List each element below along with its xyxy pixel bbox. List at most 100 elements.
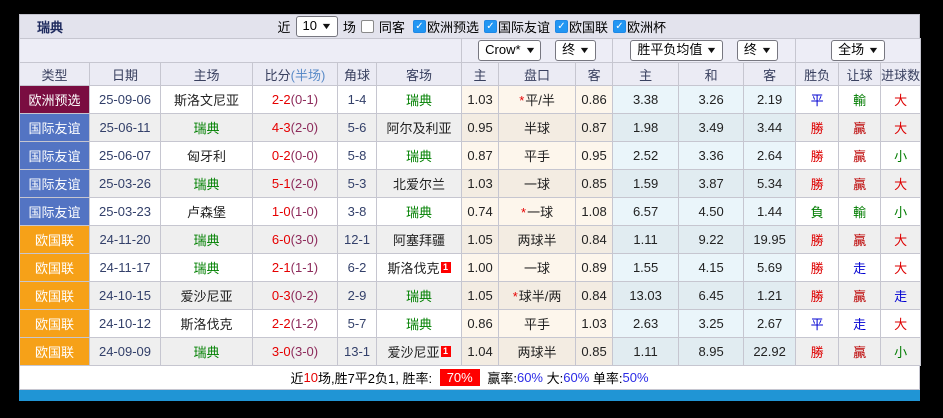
avg-away-odds: 19.95 xyxy=(743,225,797,254)
corners-value: 3-8 xyxy=(347,204,367,219)
goals-result-text: 大 xyxy=(894,177,908,192)
halftime-score: (1-0) xyxy=(290,204,319,219)
table-row: 欧洲预选 25-09-06 斯洛文尼亚 2-2(0-1) 1-4 瑞典 1.03 *平/半 0.… xyxy=(19,85,922,114)
avg-draw-odds: 6.45 xyxy=(678,281,745,310)
odds-value: 0.85 xyxy=(581,176,607,191)
odds-value: 1.03 xyxy=(467,176,493,191)
filter-item[interactable]: ✓ 欧洲杯 xyxy=(612,17,666,36)
column-header-row: 类型 日期 主场 比分(半场) 角球 客场 主 盘口 客 主 和 客 胜负 让球 进球数 xyxy=(19,62,922,86)
away-team-name: 瑞典 xyxy=(406,317,433,332)
away-team-cell: 瑞典 xyxy=(375,281,463,310)
odds-value: 1.03 xyxy=(467,92,493,107)
checkbox-icon[interactable]: ✓ xyxy=(554,20,568,33)
column-header: 比分(半场) xyxy=(252,62,338,86)
summary-segment: 单率: xyxy=(589,371,623,386)
avg-value: 2.63 xyxy=(632,316,659,331)
home-team-name: 瑞典 xyxy=(193,261,220,276)
score-cell: 0-2(0-0) xyxy=(252,141,338,170)
avg-draw-odds: 3.49 xyxy=(678,113,745,142)
checkbox-icon[interactable]: ✓ xyxy=(483,20,497,33)
fulltime-score: 3-0 xyxy=(271,344,291,359)
goals-result-cell: 大 xyxy=(880,113,922,142)
checkbox-icon[interactable]: ✓ xyxy=(412,20,426,33)
avg-value: 3.38 xyxy=(632,92,659,107)
date-text: 25-06-07 xyxy=(98,148,152,163)
filter-item[interactable]: ✓ 欧洲预选 xyxy=(412,17,479,36)
result-cell: 負 xyxy=(795,197,840,226)
column-header-label: 和 xyxy=(704,67,718,83)
goals-result-cell: 走 xyxy=(880,281,922,310)
date-text: 24-09-09 xyxy=(98,344,152,359)
away-team-name: 瑞典 xyxy=(406,149,433,164)
handicap-final-select[interactable]: 终 ▼ xyxy=(555,40,597,61)
checkbox-icon[interactable]: ✓ xyxy=(612,20,626,33)
recent-label: 近 xyxy=(277,20,291,35)
recent-count-select[interactable]: 10 ▼ xyxy=(295,16,338,37)
handicap-home-odds: 1.05 xyxy=(461,281,500,310)
handicap-result-cell: 贏 xyxy=(838,337,882,366)
score-cell: 2-2(0-1) xyxy=(252,85,338,114)
filter-item[interactable]: ✓ 国际友谊 xyxy=(483,17,550,36)
filter-item[interactable]: ✓ 欧国联 xyxy=(554,17,608,36)
result-text: 勝 xyxy=(810,261,824,276)
handicap-result-text: 輸 xyxy=(853,93,867,108)
home-team-cell: 瑞典 xyxy=(160,225,253,254)
recent-count-value: 10 xyxy=(302,18,317,34)
bottom-accent-bar xyxy=(19,390,920,401)
match-type-badge: 欧国联 xyxy=(19,253,90,282)
handicap-away-odds: 0.86 xyxy=(575,85,614,114)
avg-value: 22.92 xyxy=(753,344,786,359)
handicap-away-odds: 0.89 xyxy=(575,253,614,282)
avg-value: 1.11 xyxy=(633,344,658,359)
result-text: 負 xyxy=(810,205,824,220)
scope-select[interactable]: 全场 ▼ xyxy=(831,40,886,61)
avg-value: 19.95 xyxy=(753,232,786,247)
home-team-name: 瑞典 xyxy=(193,177,220,192)
home-team-cell: 爱沙尼亚 xyxy=(160,281,253,310)
column-header-label: 进球数 xyxy=(881,67,921,83)
handicap-line-cell: 平手 xyxy=(498,141,577,170)
avg-value: 8.95 xyxy=(698,344,724,359)
avg-odds-value: 胜平负均值 xyxy=(637,42,703,58)
column-header: 主场 xyxy=(160,62,253,86)
bookmaker-select[interactable]: Crow* ▼ xyxy=(478,40,542,61)
summary-segment: 10 xyxy=(303,370,318,385)
table-row: 国际友谊 25-03-23 卢森堡 1-0(1-0) 3-8 瑞典 0.74 *一球 1.08 6… xyxy=(19,197,922,226)
goals-result-text: 小 xyxy=(894,205,908,220)
away-team-cell: 北爱尔兰 xyxy=(375,169,463,198)
goals-result-cell: 大 xyxy=(880,225,922,254)
odds-value: 0.84 xyxy=(581,288,607,303)
handicap-line-cell: 平手 xyxy=(498,309,577,338)
goals-result-text: 小 xyxy=(894,149,908,164)
avg-final-select[interactable]: 终 ▼ xyxy=(736,40,778,61)
goals-result-cell: 小 xyxy=(880,337,922,366)
home-team-cell: 卢森堡 xyxy=(160,197,253,226)
handicap-line: 一球 xyxy=(527,205,554,220)
handicap-result-text: 贏 xyxy=(853,233,867,248)
match-type-badge: 国际友谊 xyxy=(19,141,90,170)
fulltime-score: 2-2 xyxy=(271,316,291,331)
star-mark: * xyxy=(521,205,527,220)
table-row: 国际友谊 25-03-26 瑞典 5-1(2-0) 5-3 北爱尔兰 1.03 一球 0.85 1… xyxy=(19,169,922,198)
odds-value: 1.05 xyxy=(467,232,493,247)
match-type-label: 国际友谊 xyxy=(28,177,81,192)
result-text: 勝 xyxy=(810,345,824,360)
handicap-result-text: 輸 xyxy=(853,205,867,220)
corners-value: 2-9 xyxy=(347,288,367,303)
goals-result-text: 大 xyxy=(894,261,908,276)
avg-home-odds: 2.63 xyxy=(612,309,680,338)
table-body: 欧洲预选 25-09-06 斯洛文尼亚 2-2(0-1) 1-4 瑞典 1.03 *平/半 0.… xyxy=(19,85,922,366)
column-header-label: 客 xyxy=(763,67,777,83)
handicap-line: 两球半 xyxy=(517,233,557,248)
date-text: 24-11-20 xyxy=(99,232,151,247)
away-team-cell: 瑞典 xyxy=(375,85,463,114)
home-team-name: 卢森堡 xyxy=(186,205,226,220)
date-text: 24-10-15 xyxy=(98,288,152,303)
avg-odds-select[interactable]: 胜平负均值 ▼ xyxy=(630,40,724,61)
goals-result-cell: 大 xyxy=(880,85,922,114)
match-stats-panel: 瑞典 近 10 ▼ 场 同客 ✓欧洲预选✓国际友谊✓欧国联✓欧洲杯 xyxy=(18,14,922,401)
halftime-score: (2-0) xyxy=(290,120,319,135)
avg-value: 3.26 xyxy=(698,92,724,107)
odds-value: 1.00 xyxy=(467,260,493,275)
same-away-checkbox[interactable] xyxy=(360,20,374,33)
